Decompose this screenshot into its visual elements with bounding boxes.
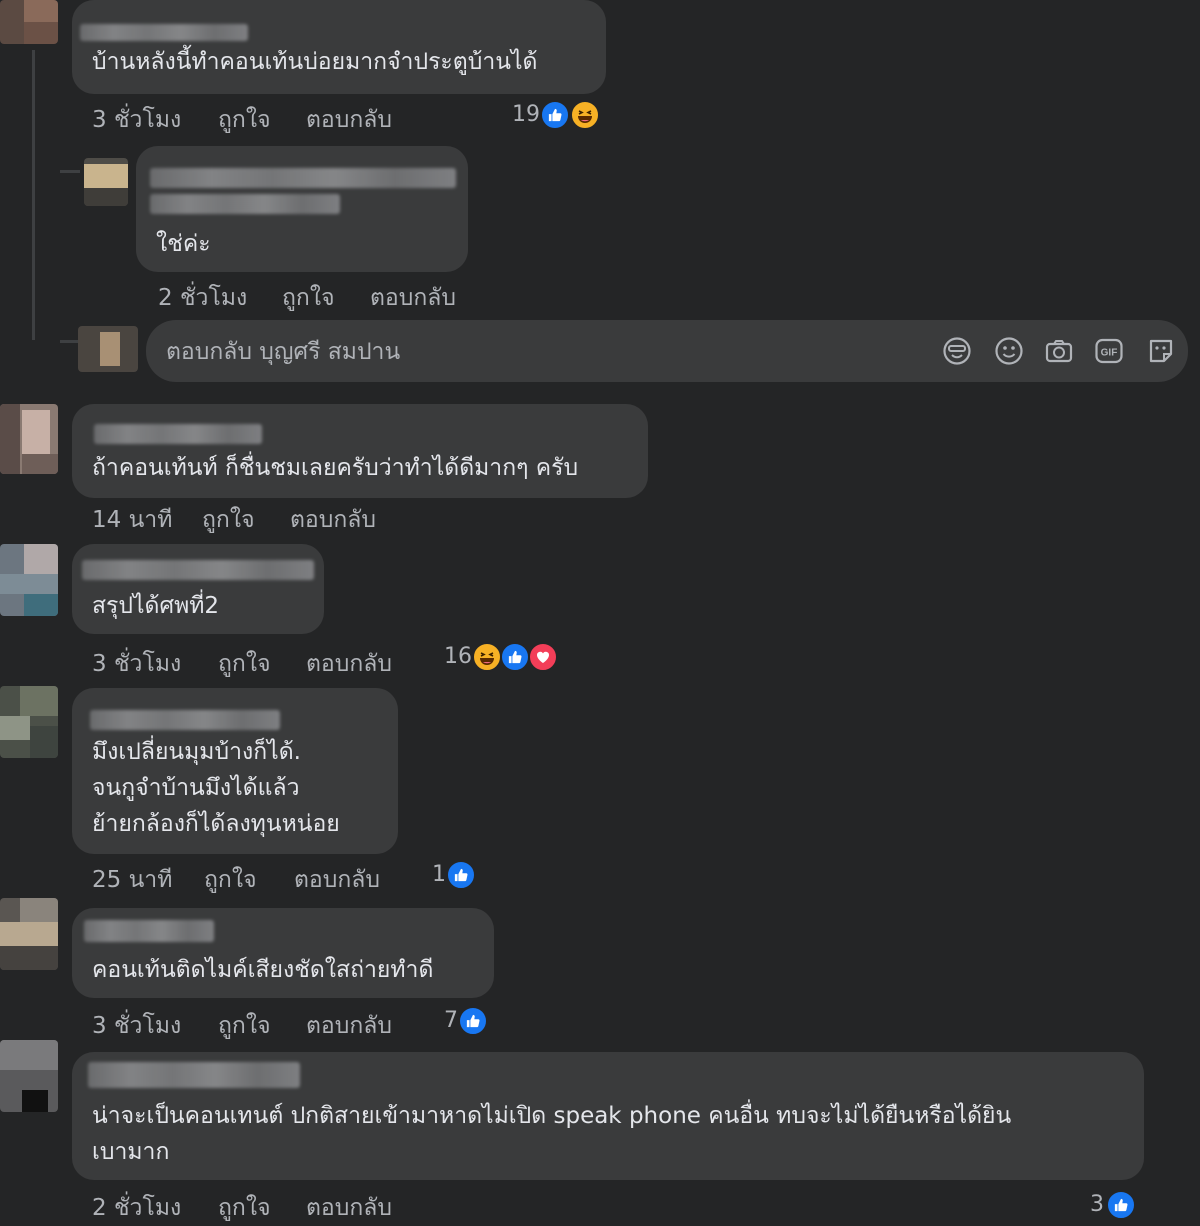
commenter-name-blurred [150,194,340,214]
thread-connector [60,170,80,173]
reaction-summary[interactable]: 1 [432,860,488,892]
haha-icon [570,100,600,130]
commenter-name-blurred[interactable] [82,560,314,580]
comment-text: จนกูจำบ้านมึงได้แล้ว [92,775,300,801]
avatar-sticker-icon[interactable] [1146,336,1176,366]
like-action[interactable]: ถูกใจ [282,280,335,316]
reply-action[interactable]: ตอบกลับ [290,502,376,538]
like-action[interactable]: ถูกใจ [204,862,257,898]
comment-text: ถ้าคอนเท้นท์ ก็ชื่นชมเลยครับว่าทำได้ดีมา… [92,455,579,481]
comment-actions: 3 ชั่วโมง ถูกใจ ตอบกลับ [92,102,412,133]
commenter-name-blurred[interactable] [84,920,214,942]
comment-bubble: คอนเท้นติดไมค์เสียงชัดใสถ่ายทำดี [72,908,494,998]
comment-bubble: สรุปได้ศพที่2 [72,544,324,634]
comment-time[interactable]: 3 ชั่วโมง [92,646,181,682]
like-icon [500,642,530,672]
gif-icon-label: GIF [1101,348,1118,359]
reaction-summary[interactable]: 7 [444,1006,500,1038]
reply-action[interactable]: ตอบกลับ [306,102,392,138]
reaction-summary[interactable]: 19 [512,100,604,132]
camera-icon[interactable] [1044,336,1074,366]
comment-text: เบามาก [92,1139,170,1165]
avatar[interactable] [0,404,58,474]
comment-bubble: ใช่ค่ะ [136,146,468,272]
comment-time[interactable]: 14 นาที [92,502,172,538]
comment-time[interactable]: 25 นาที [92,862,172,898]
comment-text: น่าจะเป็นคอนเทนต์ ปกติสายเข้ามาหาดไม่เปิ… [92,1103,1012,1129]
love-icon [528,642,558,672]
avatar[interactable] [0,898,58,970]
like-action[interactable]: ถูกใจ [218,1008,271,1044]
avatar[interactable] [0,1040,58,1112]
like-icon [458,1006,488,1036]
thread-connector [60,340,80,343]
commenter-name-blurred[interactable] [80,24,248,41]
reaction-count: 1 [432,862,446,887]
comment-bubble: มึงเปลี่ยนมุมบ้างก็ได้. จนกูจำบ้านมึงได้… [72,688,398,854]
comment-text: คอนเท้นติดไมค์เสียงชัดใสถ่ายทำดี [92,957,434,983]
haha-icon [472,642,502,672]
avatar[interactable] [0,686,58,758]
like-icon [446,860,476,890]
reply-input-placeholder: ตอบกลับ บุญศรี สมปาน [166,339,401,365]
commenter-name-blurred[interactable] [150,168,456,188]
reaction-count: 16 [444,644,472,669]
comment-bubble: ถ้าคอนเท้นท์ ก็ชื่นชมเลยครับว่าทำได้ดีมา… [72,404,648,498]
thread-line [32,50,35,340]
reply-action[interactable]: ตอบกลับ [306,1190,392,1226]
reaction-summary[interactable]: 3 [1090,1190,1146,1222]
like-action[interactable]: ถูกใจ [218,1190,271,1226]
comment-actions: 3 ชั่วโมง ถูกใจ ตอบกลับ [92,1008,422,1039]
comment-text: มึงเปลี่ยนมุมบ้างก็ได้. [92,739,301,765]
comment-bubble: บ้านหลังนี้ทำคอนเท้นบ่อยมากจำประตูบ้านได… [72,0,606,94]
comment-actions: 2 ชั่วโมง ถูกใจ ตอบกลับ [92,1190,422,1221]
like-action[interactable]: ถูกใจ [202,502,255,538]
comment-bubble: น่าจะเป็นคอนเทนต์ ปกติสายเข้ามาหาดไม่เปิ… [72,1052,1144,1180]
comment-time[interactable]: 3 ชั่วโมง [92,1008,181,1044]
current-user-avatar[interactable] [78,326,138,372]
like-action[interactable]: ถูกใจ [218,102,271,138]
avatar[interactable] [84,158,128,206]
avatar[interactable] [0,544,58,616]
gif-icon[interactable]: GIF [1094,336,1124,366]
reaction-count: 19 [512,102,540,127]
reply-action[interactable]: ตอบกลับ [306,1008,392,1044]
sticker-icon[interactable] [942,336,972,366]
reaction-count: 3 [1090,1192,1104,1217]
reply-input[interactable]: ตอบกลับ บุญศรี สมปาน GIF [146,320,1188,382]
comment-time[interactable]: 3 ชั่วโมง [92,102,181,138]
comment-actions: 25 นาที ถูกใจ ตอบกลับ [92,862,422,893]
comment-actions: 2 ชั่วโมง ถูกใจ ตอบกลับ [158,280,478,311]
reply-action[interactable]: ตอบกลับ [306,646,392,682]
comment-text: ใช่ค่ะ [156,231,211,257]
reply-action[interactable]: ตอบกลับ [294,862,380,898]
commenter-name-blurred[interactable] [94,424,262,444]
emoji-icon[interactable] [994,336,1024,366]
commenter-name-blurred[interactable] [90,710,280,730]
comment-text: บ้านหลังนี้ทำคอนเท้นบ่อยมากจำประตูบ้านได… [92,49,538,75]
comment-time[interactable]: 2 ชั่วโมง [158,280,247,316]
like-action[interactable]: ถูกใจ [218,646,271,682]
reaction-summary[interactable]: 16 [444,642,564,674]
commenter-name-blurred[interactable] [88,1062,300,1088]
avatar[interactable] [0,0,58,44]
comment-actions: 3 ชั่วโมง ถูกใจ ตอบกลับ [92,646,422,677]
comment-text: สรุปได้ศพที่2 [92,593,220,619]
comment-time[interactable]: 2 ชั่วโมง [92,1190,181,1226]
comment-actions: 14 นาที ถูกใจ ตอบกลับ [92,502,412,533]
like-icon [1106,1190,1136,1220]
like-icon [540,100,570,130]
reaction-count: 7 [444,1008,458,1033]
reply-action[interactable]: ตอบกลับ [370,280,456,316]
comment-text: ย้ายกล้องก็ได้ลงทุนหน่อย [92,811,340,837]
